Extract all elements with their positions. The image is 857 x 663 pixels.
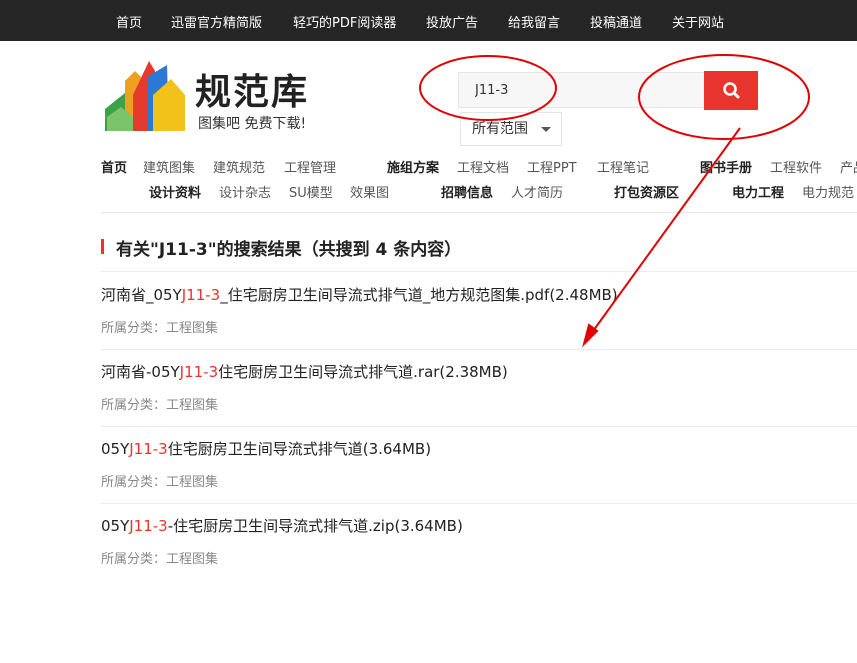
result-item: 河南省-05YJ11-3住宅厨房卫生间导流式排气道.rar(2.38MB) 所属… <box>101 349 857 427</box>
nav-resumes[interactable]: 人才简历 <box>511 182 563 201</box>
nav-project-ppt[interactable]: 工程PPT <box>527 157 577 176</box>
topnav-ads[interactable]: 投放广告 <box>426 12 478 31</box>
nav-building-codes[interactable]: 建筑规范 <box>213 157 265 176</box>
result-category: 所属分类：工程图集 <box>101 398 219 413</box>
nav-design-materials[interactable]: 设计资料 <box>149 182 201 201</box>
result-title-suffix: -住宅厨房卫生间导流式排气道.zip(3.64MB) <box>167 517 463 535</box>
result-divider <box>101 503 857 504</box>
category-nav-row-1: 首页 建筑图集 建筑规范 工程管理 施组方案 工程文档 工程PPT 工程笔记 图… <box>0 157 857 176</box>
result-keyword-highlight: J11-3 <box>179 363 219 381</box>
nav-construction-plans[interactable]: 施组方案 <box>387 157 439 176</box>
nav-power-engineering[interactable]: 电力工程 <box>732 182 784 201</box>
result-category: 所属分类：工程图集 <box>101 475 219 490</box>
result-title-link[interactable]: 05YJ11-3-住宅厨房卫生间导流式排气道.zip(3.64MB) <box>101 515 463 536</box>
result-item: 河南省_05YJ11-3_住宅厨房卫生间导流式排气道_地方规范图集.pdf(2.… <box>101 271 857 349</box>
result-title-link[interactable]: 河南省-05YJ11-3住宅厨房卫生间导流式排气道.rar(2.38MB) <box>101 361 508 382</box>
topnav-pdf-reader[interactable]: 轻巧的PDF阅读器 <box>293 12 396 31</box>
logo-slogan: 图集吧 免费下载! <box>198 116 307 132</box>
result-title-prefix: 05Y <box>101 517 130 535</box>
result-title-prefix: 河南省-05Y <box>101 363 180 381</box>
result-divider <box>101 349 857 350</box>
results-heading: 有关"J11-3"的搜索结果（共搜到 4 条内容） <box>116 240 462 260</box>
nav-su-models[interactable]: SU模型 <box>289 182 333 201</box>
result-title-link[interactable]: 05YJ11-3住宅厨房卫生间导流式排气道(3.64MB) <box>101 438 431 459</box>
nav-bundles[interactable]: 打包资源区 <box>614 182 679 201</box>
result-title-prefix: 河南省_05Y <box>101 286 182 304</box>
result-divider <box>101 426 857 427</box>
search-icon <box>723 82 740 99</box>
logo-icon <box>105 61 185 131</box>
nav-project-mgmt[interactable]: 工程管理 <box>284 157 336 176</box>
nav-building-atlas[interactable]: 建筑图集 <box>143 157 195 176</box>
nav-renderings[interactable]: 效果图 <box>350 182 389 201</box>
result-category: 所属分类：工程图集 <box>101 321 219 336</box>
result-divider <box>101 271 857 272</box>
nav-products[interactable]: 产品 <box>840 157 857 176</box>
nav-project-docs[interactable]: 工程文档 <box>457 157 509 176</box>
result-keyword-highlight: J11-3 <box>129 440 168 458</box>
result-keyword-highlight: J11-3 <box>181 286 221 304</box>
result-title-prefix: 05Y <box>101 440 130 458</box>
search-input[interactable] <box>458 72 704 108</box>
chevron-down-icon <box>541 127 551 132</box>
topnav-message[interactable]: 给我留言 <box>508 12 560 31</box>
result-title-suffix: 住宅厨房卫生间导流式排气道.rar(2.38MB) <box>218 363 508 381</box>
heading-accent-bar <box>101 239 104 254</box>
nav-books[interactable]: 图书手册 <box>700 157 752 176</box>
category-nav-row-2: 设计资料 设计杂志 SU模型 效果图 招聘信息 人才简历 打包资源区 电力工程 … <box>0 182 857 201</box>
search-scope-label: 所有范围 <box>472 121 528 137</box>
nav-recruitment[interactable]: 招聘信息 <box>441 182 493 201</box>
result-item: 05YJ11-3住宅厨房卫生间导流式排气道(3.64MB) 所属分类：工程图集 <box>101 426 857 504</box>
topnav-submit[interactable]: 投稿通道 <box>590 12 642 31</box>
nav-power-codes[interactable]: 电力规范 <box>802 182 854 201</box>
nav-software[interactable]: 工程软件 <box>770 157 822 176</box>
result-item: 05YJ11-3-住宅厨房卫生间导流式排气道.zip(3.64MB) 所属分类：… <box>101 503 857 581</box>
search-scope-dropdown[interactable]: 所有范围 <box>460 112 562 146</box>
site-logo[interactable]: 规范库 图集吧 免费下载! <box>103 51 333 135</box>
nav-project-notes[interactable]: 工程笔记 <box>597 157 649 176</box>
result-title-suffix: _住宅厨房卫生间导流式排气道_地方规范图集.pdf(2.48MB) <box>220 286 618 304</box>
nav-home[interactable]: 首页 <box>101 157 127 176</box>
result-title-link[interactable]: 河南省_05YJ11-3_住宅厨房卫生间导流式排气道_地方规范图集.pdf(2.… <box>101 284 618 305</box>
search-button[interactable] <box>704 71 758 110</box>
logo-title: 规范库 <box>195 72 310 113</box>
top-nav-bar: 首页 迅雷官方精简版 轻巧的PDF阅读器 投放广告 给我留言 投稿通道 关于网站 <box>0 0 857 41</box>
topnav-about[interactable]: 关于网站 <box>672 12 724 31</box>
topnav-xunlei[interactable]: 迅雷官方精简版 <box>171 12 262 31</box>
nav-design-magazines[interactable]: 设计杂志 <box>219 182 271 201</box>
result-keyword-highlight: J11-3 <box>129 517 168 535</box>
topnav-home[interactable]: 首页 <box>116 12 142 31</box>
result-category: 所属分类：工程图集 <box>101 552 219 567</box>
result-title-suffix: 住宅厨房卫生间导流式排气道(3.64MB) <box>167 440 432 458</box>
nav-divider <box>101 212 857 213</box>
